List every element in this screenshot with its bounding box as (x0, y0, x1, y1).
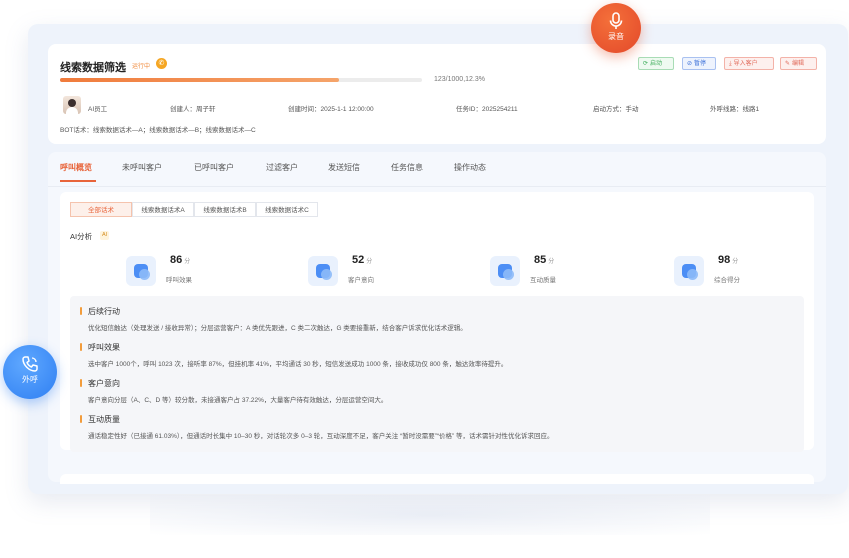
metric-value: 98 分 (718, 254, 739, 266)
metric-interaction-quality: 85 分 互动质量 (490, 254, 640, 290)
record-label: 录音 (608, 32, 624, 41)
refresh-icon: ⟳ (643, 61, 649, 67)
ai-badge: AI (100, 231, 110, 240)
import-customers-button[interactable]: ⤓ 导入客户 (724, 57, 774, 70)
phone-icon (22, 356, 38, 372)
active-tab-indicator (60, 180, 96, 182)
tab-send-sms[interactable]: 发送短信 (328, 162, 360, 173)
script-tab-all[interactable]: 全部话术 (70, 202, 132, 217)
overall-score-icon (674, 256, 704, 286)
import-icon: ⤓ (729, 61, 732, 67)
microphone-icon (609, 12, 623, 29)
pause-button[interactable]: ⊘ 暂停 (682, 57, 716, 70)
creator: 创建人：周子轩 (170, 106, 216, 113)
metric-overall-score: 98 分 综合得分 (674, 254, 824, 290)
agent-name: AI员工 (88, 106, 108, 113)
metric-value: 52 分 (352, 254, 373, 266)
tab-task-info[interactable]: 任务信息 (391, 162, 423, 173)
overview-card: 全部话术 线索数据话术A 线索数据话术B 线索数据话术C AI分析 AI 86 分… (60, 192, 814, 452)
section-body: 优化短信触达（处理发送 / 接收异常）；分层运营客户：A 类优先跟进，C 类二次… (88, 325, 467, 332)
tab-operation-log[interactable]: 操作动态 (454, 162, 486, 173)
record-button[interactable]: 录音 (591, 3, 641, 53)
section-title: 客户意向 (80, 378, 800, 389)
start-button-label: 启动 (650, 61, 663, 67)
call-effect-icon (126, 256, 156, 286)
metric-label: 呼叫效果 (166, 277, 192, 284)
tab-uncalled-customers[interactable]: 未呼叫客户 (122, 162, 162, 173)
metric-label: 客户意向 (348, 277, 374, 284)
outbound-call-button[interactable]: 外呼 (3, 345, 57, 399)
bot-scripts: BOT话术：线索数据话术—A；线索数据话术—B；线索数据话术—C (60, 127, 256, 134)
section-title: 呼叫效果 (80, 342, 800, 353)
metric-call-effect: 86 分 呼叫效果 (126, 254, 276, 290)
metric-label: 综合得分 (714, 277, 740, 284)
call-label: 外呼 (22, 375, 38, 384)
section-body: 通话稳定性好（已接通 61.03%），但通话时长集中 10–30 秒，对话轮次多… (88, 433, 554, 440)
metric-customer-intent: 52 分 客户意向 (308, 254, 458, 290)
analysis-section: 后续行动 优化短信触达（处理发送 / 接收异常）；分层运营客户：A 类优先跟进，… (80, 306, 800, 332)
import-button-label: 导入客户 (733, 61, 758, 67)
pause-icon: ⊘ (687, 61, 693, 67)
ai-analysis-box: 后续行动 优化短信触达（处理发送 / 接收异常）；分层运营客户：A 类优先跟进，… (70, 296, 804, 452)
task-title: 线索数据筛选 (60, 62, 126, 74)
progress-text: 123/1000,12.3% (434, 76, 485, 83)
metric-value: 86 分 (170, 254, 191, 266)
edit-icon: ✎ (785, 61, 791, 67)
pause-button-label: 暂停 (694, 61, 707, 67)
analysis-section: 呼叫效果 选中客户 1000个，呼叫 1023 次，接听率 87%，但挂机率 4… (80, 342, 800, 368)
section-title: 互动质量 (80, 414, 800, 425)
tab-call-overview[interactable]: 呼叫概览 (60, 162, 92, 173)
edit-button-label: 编辑 (792, 61, 805, 67)
status-badge: 运行中 (132, 64, 151, 70)
avatar (63, 96, 81, 114)
progress-fill (60, 78, 339, 82)
created-at: 创建时间：2025-1-1 12:00:00 (288, 106, 374, 113)
ai-analysis-label: AI分析 (70, 232, 93, 241)
start-mode: 启动方式：手动 (593, 106, 639, 113)
edit-button[interactable]: ✎ 编辑 (780, 57, 817, 70)
interaction-quality-icon (490, 256, 520, 286)
analysis-section: 客户意向 客户意向分层（A、C、D 等）较分散，未接通客户占 37.22%，大量… (80, 378, 800, 404)
analysis-section: 互动质量 通话稳定性好（已接通 61.03%），但通话时长集中 10–30 秒，… (80, 414, 800, 440)
task-id: 任务ID：2025254211 (456, 106, 518, 113)
shadow-decoration (150, 495, 710, 535)
customer-intent-icon (308, 256, 338, 286)
script-tab-a[interactable]: 线索数据话术A (132, 202, 194, 217)
start-button[interactable]: ⟳ 启动 (638, 57, 674, 70)
metric-label: 互动质量 (530, 277, 556, 284)
tab-divider (48, 186, 826, 187)
tab-called-customers[interactable]: 已呼叫客户 (194, 162, 234, 173)
script-tab-b[interactable]: 线索数据话术B (194, 202, 256, 217)
secondary-card (60, 474, 814, 484)
progress-bar (60, 78, 422, 82)
section-body: 客户意向分层（A、C、D 等）较分散，未接通客户占 37.22%，大量客户待有效… (88, 397, 388, 404)
script-tab-c[interactable]: 线索数据话术C (256, 202, 318, 217)
section-title: 后续行动 (80, 306, 800, 317)
metric-value: 85 分 (534, 254, 555, 266)
outbound-line: 外呼线路：线路1 (710, 106, 760, 113)
tab-filtered-customers[interactable]: 过滤客户 (266, 162, 298, 173)
main-panel: 呼叫概览 未呼叫客户 已呼叫客户 过滤客户 发送短信 任务信息 操作动态 全部话… (48, 152, 826, 484)
section-body: 选中客户 1000个，呼叫 1023 次，接听率 87%，但挂机率 41%，平均… (88, 361, 508, 368)
phone-status-icon: ✆ (156, 58, 167, 69)
task-header-card: 线索数据筛选 运行中 ✆ 123/1000,12.3% ⟳ 启动 ⊘ 暂停 ⤓ 导入客… (48, 44, 826, 144)
